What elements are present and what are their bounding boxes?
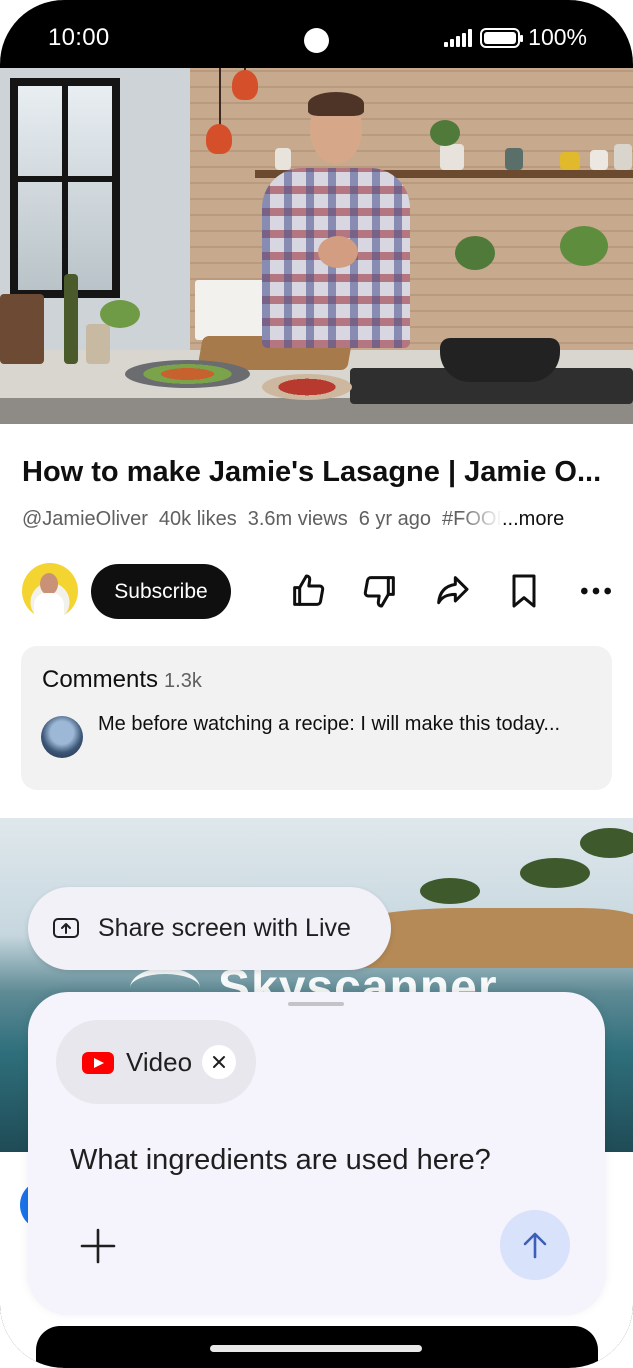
thumbs-up-icon[interactable] xyxy=(286,569,330,613)
prompt-input[interactable]: What ingredients are used here? xyxy=(70,1144,491,1177)
channel-handle[interactable]: @JamieOliver xyxy=(22,508,148,531)
comments-count: 1.3k xyxy=(164,670,202,692)
front-camera xyxy=(304,28,329,53)
bookmark-icon[interactable] xyxy=(502,569,546,613)
status-time: 10:00 xyxy=(48,24,110,51)
close-icon[interactable] xyxy=(202,1045,236,1079)
signal-icon xyxy=(444,28,473,47)
send-button[interactable] xyxy=(500,1210,570,1280)
subscribe-button[interactable]: Subscribe xyxy=(91,564,231,619)
video-player[interactable] xyxy=(0,68,633,424)
status-bar: 10:00 100% xyxy=(0,0,633,68)
commenter-avatar xyxy=(41,716,83,758)
screen-share-icon xyxy=(52,917,80,939)
share-screen-label: Share screen with Live xyxy=(98,914,351,942)
video-attachment-chip[interactable]: Video xyxy=(56,1020,256,1104)
attachment-label: Video xyxy=(126,1047,193,1077)
thumbs-down-icon[interactable] xyxy=(358,569,402,613)
more-horizontal-icon[interactable] xyxy=(574,569,618,613)
video-title[interactable]: How to make Jamie's Lasagne | Jamie O... xyxy=(22,456,622,489)
battery-icon xyxy=(480,27,524,48)
comments-title: Comments xyxy=(42,666,159,693)
top-comment-text: Me before watching a recipe: I will make… xyxy=(98,713,561,735)
like-count: 40k likes xyxy=(158,508,237,530)
comments-header: Comments 1.3k xyxy=(42,666,202,694)
add-icon[interactable] xyxy=(76,1224,120,1268)
hashtag[interactable]: #FOOD xyxy=(442,508,502,531)
upload-age: 6 yr ago xyxy=(358,508,431,530)
video-frame-plate xyxy=(125,360,250,388)
video-meta[interactable]: @JamieOliver 40k likes 3.6m views 6 yr a… xyxy=(22,508,612,531)
sheet-drag-handle[interactable] xyxy=(288,1002,344,1006)
arrow-up-icon xyxy=(523,1232,547,1259)
screen: 10:00 100% How to make Jamie's Lasagne |… xyxy=(0,0,633,1368)
channel-avatar[interactable] xyxy=(22,563,78,619)
view-count: 3.6m views xyxy=(247,508,348,530)
battery-percent: 100% xyxy=(528,24,587,50)
video-info-panel: How to make Jamie's Lasagne | Jamie O...… xyxy=(0,424,633,824)
share-screen-live-button[interactable]: Share screen with Live xyxy=(28,887,391,970)
status-indicators: 100% xyxy=(444,24,587,51)
assistant-sheet: Video What ingredients are used here? xyxy=(28,992,605,1315)
phone-frame: 10:00 100% How to make Jamie's Lasagne |… xyxy=(0,0,633,1368)
video-frame-pan xyxy=(440,338,560,382)
home-indicator[interactable] xyxy=(210,1345,422,1352)
more-link[interactable]: ...more xyxy=(502,508,564,531)
share-icon[interactable] xyxy=(430,569,474,613)
comments-card[interactable]: Comments 1.3k Me before watching a recipe… xyxy=(21,646,612,790)
youtube-icon xyxy=(82,1052,114,1074)
